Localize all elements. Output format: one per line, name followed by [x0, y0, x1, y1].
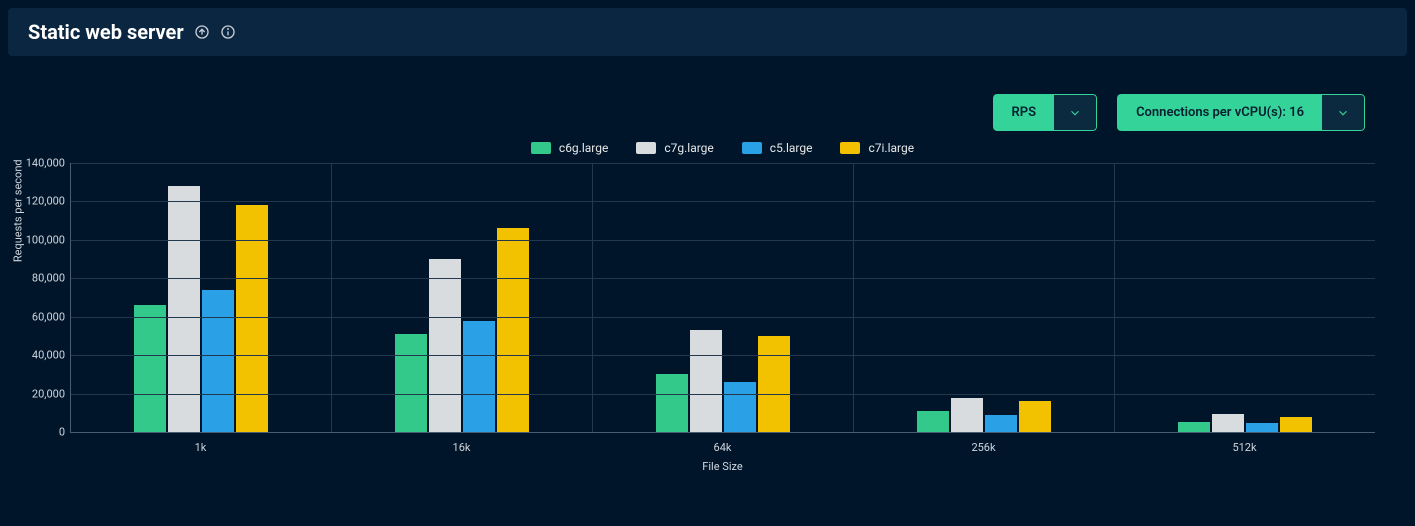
bar[interactable] — [951, 398, 983, 432]
y-axis-label: Requests per second — [12, 159, 25, 262]
bar[interactable] — [656, 374, 688, 432]
bar[interactable] — [758, 336, 790, 432]
legend-swatch — [840, 142, 860, 154]
chevron-down-icon — [1322, 94, 1365, 131]
x-tick-label: 512k — [1114, 441, 1375, 454]
legend-swatch — [531, 142, 551, 154]
y-tick-label: 80,000 — [11, 272, 65, 285]
bar[interactable] — [202, 290, 234, 432]
bar[interactable] — [690, 330, 722, 432]
bar[interactable] — [395, 334, 427, 432]
bar[interactable] — [463, 321, 495, 432]
metric-dropdown-label: RPS — [993, 94, 1055, 131]
grid-line — [71, 355, 1375, 356]
bar-group — [1115, 163, 1375, 432]
legend: c6g.large c7g.large c5.large c7i.large — [70, 141, 1375, 163]
plot-area: 020,00040,00060,00080,000100,000120,0001… — [70, 163, 1375, 433]
legend-item[interactable]: c6g.large — [531, 141, 608, 155]
y-tick-label: 20,000 — [11, 387, 65, 400]
connections-dropdown[interactable]: Connections per vCPU(s): 16 — [1117, 94, 1365, 131]
bar[interactable] — [134, 305, 166, 432]
x-tick-label: 16k — [331, 441, 592, 454]
legend-label: c5.large — [770, 141, 813, 155]
legend-swatch — [636, 142, 656, 154]
y-tick-label: 140,000 — [11, 157, 65, 170]
y-tick-label: 100,000 — [11, 233, 65, 246]
panel-title: Static web server — [28, 20, 184, 44]
legend-item[interactable]: c7g.large — [636, 141, 713, 155]
y-tick-label: 120,000 — [11, 195, 65, 208]
x-ticks: 1k16k64k256k512k — [70, 441, 1375, 454]
x-tick-label: 64k — [592, 441, 853, 454]
grid-line — [71, 163, 1375, 164]
legend-item[interactable]: c5.large — [742, 141, 813, 155]
y-tick-label: 0 — [11, 426, 65, 439]
legend-item[interactable]: c7i.large — [840, 141, 914, 155]
bar[interactable] — [168, 186, 200, 432]
grid-line — [71, 317, 1375, 318]
metric-dropdown[interactable]: RPS — [993, 94, 1098, 131]
legend-label: c7g.large — [664, 141, 713, 155]
x-axis-label: File Size — [70, 460, 1375, 473]
bar[interactable] — [1246, 423, 1278, 432]
bar-group — [593, 163, 854, 432]
grid-line — [71, 278, 1375, 279]
info-circle-icon[interactable] — [220, 24, 236, 40]
bar[interactable] — [429, 259, 461, 432]
bar-group — [854, 163, 1115, 432]
grid-line — [71, 240, 1375, 241]
bar[interactable] — [724, 382, 756, 432]
bar[interactable] — [917, 411, 949, 432]
y-tick-label: 60,000 — [11, 310, 65, 323]
chevron-down-icon — [1054, 94, 1097, 131]
bar[interactable] — [1178, 422, 1210, 432]
chart: c6g.largec7g.largec5.largec7i.large Requ… — [70, 141, 1375, 473]
connections-dropdown-label: Connections per vCPU(s): 16 — [1117, 94, 1322, 131]
bar[interactable] — [497, 228, 529, 432]
grid-line — [71, 394, 1375, 395]
x-tick-label: 1k — [70, 441, 331, 454]
panel-header: Static web server — [8, 8, 1407, 56]
legend-label: c7i.large — [868, 141, 914, 155]
up-arrow-circle-icon[interactable] — [194, 24, 210, 40]
bar[interactable] — [1212, 414, 1244, 432]
controls-row: RPS Connections per vCPU(s): 16 — [0, 64, 1415, 141]
bar-group — [71, 163, 332, 432]
legend-swatch — [742, 142, 762, 154]
legend-label: c6g.large — [559, 141, 608, 155]
bar[interactable] — [1280, 417, 1312, 432]
bar[interactable] — [985, 415, 1017, 432]
bar-groups — [71, 163, 1375, 432]
bar-group — [332, 163, 593, 432]
bar[interactable] — [1019, 401, 1051, 432]
x-tick-label: 256k — [853, 441, 1114, 454]
grid-line — [71, 201, 1375, 202]
y-tick-label: 40,000 — [11, 349, 65, 362]
